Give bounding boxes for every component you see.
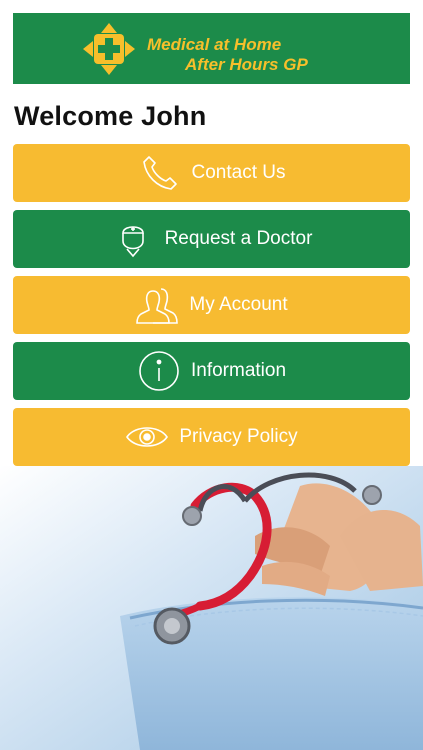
brand-line-1: Medical at Home	[147, 35, 282, 54]
privacy-policy-button[interactable]: Privacy Policy	[13, 408, 410, 466]
contact-us-label: Contact Us	[191, 162, 286, 183]
my-account-button[interactable]: My Account	[13, 276, 410, 334]
request-doctor-button[interactable]: Request a Doctor	[13, 210, 410, 268]
welcome-heading: Welcome John	[14, 101, 207, 131]
information-label: Information	[190, 360, 287, 381]
brand-line-2: After Hours GP	[185, 55, 308, 74]
brand-name: Medical at Home After Hours GP	[147, 35, 308, 75]
doctor-stethoscope-image	[0, 466, 423, 750]
request-doctor-label: Request a Doctor	[164, 228, 313, 249]
doctor-icon	[111, 217, 155, 261]
users-icon	[135, 283, 179, 327]
privacy-policy-label: Privacy Policy	[179, 426, 298, 447]
phone-icon	[138, 151, 182, 195]
information-button[interactable]: Information	[13, 342, 410, 400]
app-header: Medical at Home After Hours GP	[13, 13, 410, 84]
info-icon	[137, 349, 181, 393]
eye-icon	[125, 415, 169, 459]
medical-cross-logo-icon	[83, 23, 135, 75]
contact-us-button[interactable]: Contact Us	[13, 144, 410, 202]
my-account-label: My Account	[189, 294, 288, 315]
